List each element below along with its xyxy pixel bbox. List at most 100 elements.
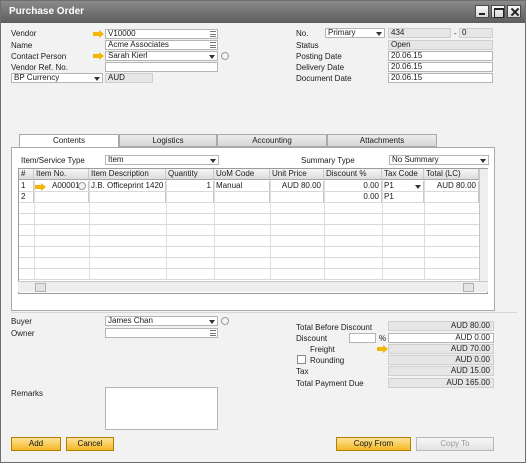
link-arrow-icon[interactable]: [93, 52, 104, 60]
document-number: 434: [388, 28, 451, 38]
list-icon[interactable]: [210, 31, 216, 37]
col-header[interactable]: Item No.: [34, 169, 89, 179]
total-lc-cell[interactable]: [424, 192, 479, 202]
tax-code-cell[interactable]: P1: [382, 192, 424, 202]
unit-price-cell[interactable]: [270, 192, 324, 202]
column-divider: [324, 180, 325, 280]
discount-percent-field[interactable]: [349, 333, 376, 343]
name-label: Name: [11, 41, 33, 50]
window-title: Purchase Order: [9, 6, 85, 17]
discount-cell[interactable]: 0.00: [324, 192, 382, 202]
remarks-label: Remarks: [11, 389, 44, 398]
col-header[interactable]: Quantity: [166, 169, 214, 179]
vertical-scrollbar[interactable]: [479, 169, 488, 281]
contact-person-dropdown[interactable]: Sarah Kierl: [105, 51, 218, 61]
scroll-right-button[interactable]: [463, 283, 474, 292]
no-label: No.: [296, 29, 309, 38]
list-icon[interactable]: [210, 42, 216, 48]
owner-label: Owner: [11, 329, 35, 338]
close-icon[interactable]: [507, 5, 521, 18]
status-label: Status: [296, 41, 319, 50]
posting-date-field[interactable]: 20.06.15: [388, 51, 493, 61]
buyer-label: Buyer: [11, 317, 32, 326]
dropdown-arrow-icon[interactable]: [480, 159, 486, 163]
add-button[interactable]: Add: [11, 437, 61, 451]
tab-accounting[interactable]: Accounting: [217, 134, 327, 147]
divider: [11, 312, 517, 313]
tab-contents[interactable]: Contents: [19, 134, 119, 148]
col-header[interactable]: Total (LC): [424, 169, 479, 179]
delivery-date-field[interactable]: 20.06.15: [388, 62, 493, 72]
document-date-field[interactable]: 20.06.15: [388, 73, 493, 83]
name-field[interactable]: Acme Associates: [105, 40, 218, 50]
contact-person-label: Contact Person: [11, 52, 67, 61]
copy-from-button[interactable]: Copy From: [336, 437, 411, 451]
link-arrow-icon[interactable]: [35, 183, 46, 191]
buyer-dropdown[interactable]: James Chan: [105, 316, 218, 326]
dropdown-arrow-icon[interactable]: [210, 159, 216, 163]
remarks-textarea[interactable]: [105, 387, 218, 430]
list-icon[interactable]: [210, 330, 216, 336]
item-type-label: Item/Service Type: [21, 156, 85, 165]
col-header[interactable]: Discount %: [324, 169, 382, 179]
dropdown-arrow-icon[interactable]: [209, 320, 215, 324]
doc-no-separator: -: [454, 29, 457, 38]
uom-code-cell[interactable]: Manual: [214, 181, 270, 191]
percent-symbol: %: [379, 334, 387, 343]
col-header[interactable]: UoM Code: [214, 169, 270, 179]
dropdown-arrow-icon[interactable]: [376, 32, 382, 36]
vendor-ref-field[interactable]: [105, 62, 218, 72]
owner-field[interactable]: [105, 328, 218, 338]
bp-currency-label: BP Currency: [14, 73, 60, 82]
item-description-cell[interactable]: [89, 192, 166, 202]
quantity-cell[interactable]: [166, 192, 214, 202]
title-bar[interactable]: Purchase Order: [1, 1, 525, 23]
col-header[interactable]: Item Description: [89, 169, 166, 179]
discount-cell[interactable]: 0.00: [324, 181, 382, 191]
posting-date-label: Posting Date: [296, 52, 342, 61]
item-no-cell[interactable]: [34, 192, 89, 202]
column-divider: [166, 180, 167, 280]
col-header[interactable]: Tax Code: [382, 169, 424, 179]
uom-code-cell[interactable]: [214, 192, 270, 202]
bp-currency-value: AUD: [105, 73, 153, 83]
item-type-dropdown[interactable]: Item: [105, 155, 219, 165]
details-icon[interactable]: [221, 317, 229, 325]
dropdown-arrow-icon[interactable]: [94, 77, 100, 81]
total-lc-cell[interactable]: AUD 80.00: [424, 181, 479, 191]
tab-logistics[interactable]: Logistics: [119, 134, 217, 147]
link-arrow-icon[interactable]: [93, 30, 104, 38]
summary-type-dropdown[interactable]: No Summary: [389, 155, 489, 165]
quantity-cell[interactable]: 1: [166, 181, 214, 191]
dropdown-arrow-icon[interactable]: [415, 185, 421, 189]
unit-price-cell[interactable]: AUD 80.00: [270, 181, 324, 191]
col-header[interactable]: Unit Price: [270, 169, 324, 179]
status-value: Open: [388, 40, 493, 50]
link-arrow-icon[interactable]: [377, 345, 388, 353]
col-header[interactable]: #: [19, 169, 34, 179]
maximize-icon[interactable]: [491, 5, 505, 18]
minimize-icon[interactable]: [475, 5, 489, 18]
series-dropdown[interactable]: Primary: [325, 28, 385, 38]
contact-person-value: Sarah Kierl: [108, 51, 148, 60]
freight-value: AUD 70.00: [388, 344, 494, 354]
vendor-label: Vendor: [11, 29, 37, 38]
item-type-value: Item: [108, 155, 124, 164]
discount-value-field[interactable]: AUD 0.00: [388, 333, 494, 343]
details-icon[interactable]: [78, 182, 86, 190]
vendor-ref-label: Vendor Ref. No.: [11, 63, 68, 72]
column-divider: [424, 180, 425, 280]
dropdown-arrow-icon[interactable]: [209, 55, 215, 59]
bp-currency-dropdown[interactable]: BP Currency: [11, 73, 103, 83]
item-description-cell[interactable]: J.B. Officeprint 1420: [89, 181, 166, 191]
details-icon[interactable]: [221, 52, 229, 60]
copy-to-button[interactable]: Copy To: [416, 437, 494, 451]
total-payment-due-value: AUD 165.00: [388, 378, 494, 388]
cancel-button[interactable]: Cancel: [66, 437, 114, 451]
vendor-field[interactable]: V10000: [105, 29, 218, 39]
total-before-discount-value: AUD 80.00: [388, 321, 494, 331]
tab-attachments[interactable]: Attachments: [327, 134, 437, 147]
horizontal-scrollbar[interactable]: [18, 281, 488, 292]
rounding-checkbox[interactable]: [297, 355, 306, 364]
scroll-left-button[interactable]: [35, 283, 46, 292]
